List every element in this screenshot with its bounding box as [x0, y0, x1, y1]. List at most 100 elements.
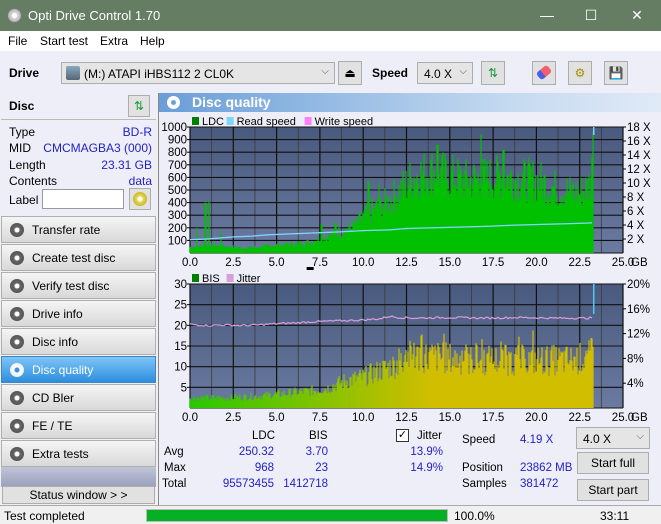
y2-tick-label: 14 X — [627, 150, 651, 162]
window-title: Opti Drive Control 1.70 — [28, 8, 161, 23]
maximize-button[interactable]: ☐ — [568, 0, 614, 31]
y-tick-label: 100 — [168, 235, 187, 247]
sidebar-item-label: Drive info — [32, 307, 83, 321]
sidebar-item-label: FE / TE — [32, 419, 73, 433]
legend-label: LDC — [202, 116, 224, 128]
avg-label: Avg — [164, 446, 184, 458]
sidebar-item-fe-te[interactable]: FE / TE — [1, 412, 156, 439]
y2-tick-label: 4 X — [627, 220, 645, 232]
app-window: Opti Drive Control 1.70 — ☐ ✕ File Start… — [0, 0, 661, 524]
refresh-button[interactable]: ⇅ — [481, 61, 505, 85]
legend-swatch — [192, 117, 199, 125]
x-tick-label: 20.0 — [525, 412, 547, 423]
toolbar: Drive (M:) ATAPI iHBS112 2 CL0K ⌵ ⏏ Spee… — [0, 51, 661, 93]
samples-value: 381472 — [520, 478, 559, 490]
max-ldc: 968 — [254, 462, 274, 474]
avg-jitter: 13.9% — [410, 446, 443, 458]
total-label: Total — [162, 478, 187, 490]
speed-select-value: 4.0 X — [424, 67, 453, 81]
jitter-checkbox[interactable]: ✓ — [396, 429, 409, 442]
y2-tick-label: 6 X — [627, 206, 645, 218]
refresh-arrows-icon: ⇅ — [133, 99, 145, 113]
legend-label: BIS — [202, 273, 220, 285]
x-tick-label: 5.0 — [269, 412, 285, 423]
x-tick-label: 10.0 — [352, 412, 374, 423]
legend-swatch — [226, 117, 234, 125]
start-full-button[interactable]: Start full — [577, 452, 649, 474]
x-tick-label: 7.5 — [312, 257, 328, 269]
sidebar-item-verify-test-disc[interactable]: Verify test disc — [1, 272, 156, 299]
label-disc-button[interactable] — [129, 188, 151, 210]
eraser-icon — [535, 64, 553, 81]
close-button[interactable]: ✕ — [614, 0, 660, 31]
status-text: Test completed — [4, 509, 85, 523]
x-tick-label: 15.0 — [439, 257, 461, 269]
disc-refresh-button[interactable]: ⇅ — [128, 95, 150, 117]
menu-start-test[interactable]: Start test — [40, 34, 88, 48]
menu-file[interactable]: File — [8, 34, 27, 48]
x-axis-unit: GB — [631, 257, 648, 269]
disc-quality-panel: Disc quality 0.0 2.5 5.0 7.5 10.0 12.5 15.0 17.… — [158, 93, 661, 505]
test-speed-select[interactable]: 4.0 X ⌵ — [576, 427, 650, 449]
menu-extra[interactable]: Extra — [100, 34, 128, 48]
speed-select[interactable]: 4.0 X ⌵ — [417, 62, 473, 84]
y-tick-label: 400 — [168, 198, 187, 210]
menu-bar: File Start test Extra Help — [0, 31, 661, 51]
y-tick-label: 800 — [168, 147, 187, 159]
disc-function-icon — [10, 251, 24, 265]
x-tick-label: 0.0 — [182, 257, 198, 269]
x-tick-label: 2.5 — [225, 257, 241, 269]
menu-help[interactable]: Help — [140, 34, 165, 48]
y2-tick-label: 16% — [627, 304, 650, 316]
x-tick-label: 22.5 — [569, 412, 591, 423]
sidebar-item-extra-tests[interactable]: Extra tests — [1, 440, 156, 467]
sidebar-item-cd-bler[interactable]: CD Bler — [1, 384, 156, 411]
x-axis-unit: GB — [631, 412, 648, 423]
y-tick-label: 15 — [174, 341, 187, 353]
legend-label: Write speed — [315, 116, 374, 128]
ldc-column-header: LDC — [252, 430, 276, 442]
save-button[interactable]: 💾 — [604, 61, 628, 85]
sidebar-item-label: Extra tests — [32, 447, 89, 461]
sidebar-item-create-test-disc[interactable]: Create test disc — [1, 244, 156, 271]
chevron-down-icon: ⌵ — [636, 431, 644, 442]
jitter-label: Jitter — [417, 430, 442, 442]
eject-button[interactable]: ⏏ — [338, 61, 362, 85]
disc-function-icon — [10, 335, 24, 349]
avg-ldc: 250.32 — [238, 446, 274, 458]
erase-button[interactable] — [532, 61, 556, 85]
mid-value: CMCMAGBA3 (000) — [43, 141, 152, 155]
label-input[interactable] — [42, 189, 124, 209]
sidebar-item-transfer-rate[interactable]: Transfer rate — [1, 216, 156, 243]
x-tick-label: 7.5 — [312, 412, 328, 423]
charts-area: 0.0 2.5 5.0 7.5 10.0 12.5 15.0 17.5 20.0 22.5 25.0… — [161, 116, 651, 423]
drive-select[interactable]: (M:) ATAPI iHBS112 2 CL0K ⌵ — [61, 62, 335, 84]
y-tick-label: 20 — [174, 320, 187, 332]
x-tick-label: 5.0 — [269, 257, 285, 269]
position-value: 23862 MB — [520, 462, 573, 474]
sidebar-item-disc-info[interactable]: Disc info — [1, 328, 156, 355]
status-window-button[interactable]: Status window > > — [2, 486, 155, 504]
disc-function-icon — [10, 447, 24, 461]
minimize-button[interactable]: — — [524, 0, 570, 31]
drive-label: Drive — [9, 66, 40, 80]
max-bis: 23 — [315, 462, 328, 474]
disc-function-icon — [10, 363, 24, 377]
y2-tick-label: 16 X — [627, 136, 651, 148]
y-tick-label: 700 — [168, 160, 187, 172]
contents-value: data — [128, 174, 152, 188]
drive-icon — [66, 66, 80, 80]
sidebar-item-disc-quality[interactable]: Disc quality — [1, 356, 156, 383]
y2-tick-label: 2 X — [627, 234, 645, 246]
speed-label: Speed — [372, 66, 409, 80]
type-value: BD-R — [122, 125, 152, 139]
bis-column-header: BIS — [309, 430, 328, 442]
y2-tick-label: 10 X — [627, 178, 651, 190]
y-tick-label: 200 — [168, 223, 187, 235]
chevron-down-icon: ⌵ — [459, 66, 467, 77]
y-tick-label: 500 — [168, 185, 187, 197]
sidebar-item-label: CD Bler — [32, 391, 75, 405]
settings-button[interactable]: ⚙ — [568, 61, 592, 85]
start-part-button[interactable]: Start part — [577, 479, 649, 501]
sidebar-item-drive-info[interactable]: Drive info — [1, 300, 156, 327]
